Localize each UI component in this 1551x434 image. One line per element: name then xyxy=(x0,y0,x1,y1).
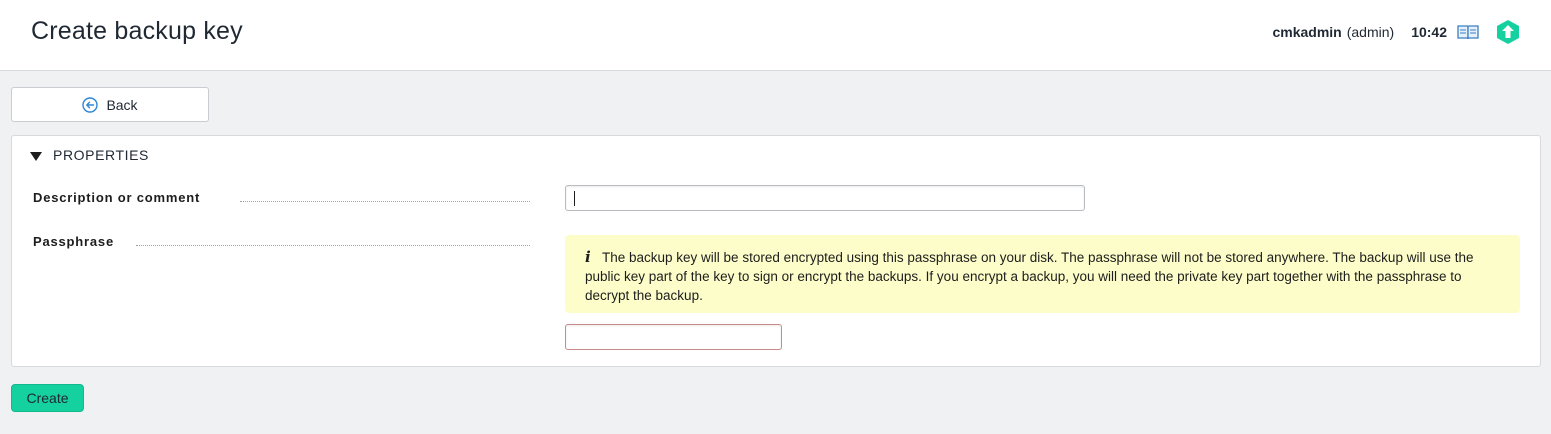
section-title: PROPERTIES xyxy=(53,147,149,163)
passphrase-input[interactable] xyxy=(565,324,782,350)
description-label: Description or comment xyxy=(33,190,201,205)
info-icon: i xyxy=(585,248,591,266)
create-button[interactable]: Create xyxy=(11,384,84,412)
user-name[interactable]: cmkadmin xyxy=(1272,24,1341,40)
info-text: The backup key will be stored encrypted … xyxy=(585,250,1474,303)
user-area: cmkadmin (admin) 10:42 xyxy=(1272,18,1521,46)
page-title: Create backup key xyxy=(31,17,243,45)
section-toggle-properties[interactable]: PROPERTIES xyxy=(30,147,149,163)
passphrase-label: Passphrase xyxy=(33,234,114,249)
back-arrow-circle-icon xyxy=(82,96,99,113)
back-button-label: Back xyxy=(106,96,138,113)
book-icon[interactable] xyxy=(1457,24,1479,40)
info-box: i The backup key will be stored encrypted… xyxy=(565,235,1520,313)
top-bar: Create backup key cmkadmin (admin) 10:42 xyxy=(0,0,1551,71)
user-role: (admin) xyxy=(1346,24,1395,40)
label-dots xyxy=(240,201,530,202)
checkmk-logo-icon[interactable] xyxy=(1495,19,1521,45)
clock: 10:42 xyxy=(1411,24,1447,40)
properties-panel: PROPERTIES Description or comment Passph… xyxy=(11,135,1541,367)
back-button[interactable]: Back xyxy=(11,87,209,122)
label-dots xyxy=(136,245,530,246)
text-caret xyxy=(574,191,575,206)
triangle-down-icon xyxy=(30,151,42,161)
description-input[interactable] xyxy=(565,185,1085,211)
